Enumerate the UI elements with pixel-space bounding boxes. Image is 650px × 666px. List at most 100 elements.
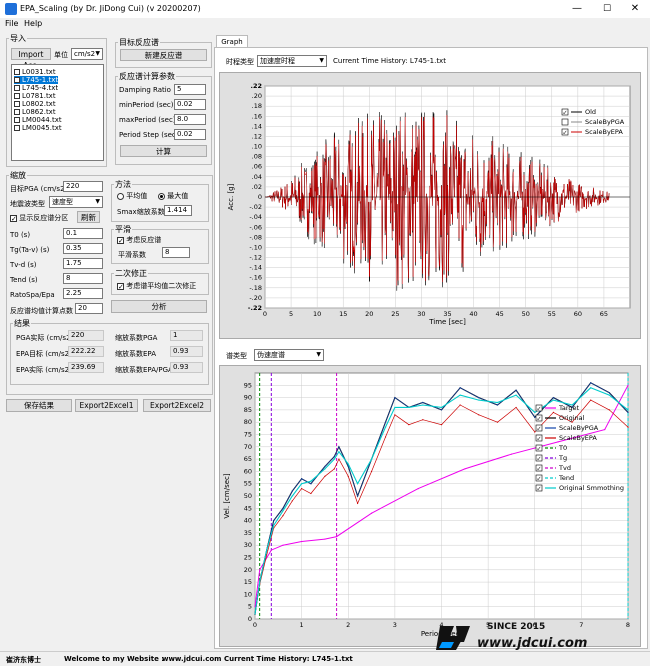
spectrum-type-select[interactable]: 伪速度谱 ▼	[254, 349, 324, 361]
spectrum-data-point	[301, 540, 303, 543]
spectrum-data-point	[459, 387, 461, 389]
show-spectrum-option[interactable]: ✓ 显示反应谱分区	[10, 213, 68, 223]
points-input[interactable]: 20	[75, 303, 103, 314]
period-step-input[interactable]: 0.02	[174, 129, 206, 140]
max-option[interactable]: 最大值	[158, 191, 188, 201]
spectrum-data-point	[459, 394, 461, 396]
spectrum-data-point	[259, 581, 261, 583]
period-step-label: Period Step (sec)	[119, 131, 179, 139]
acc-y-tick-label: -.04	[249, 213, 262, 221]
spectrum-y-tick-label: 75	[244, 431, 252, 439]
acc-y-tick-label: -.12	[249, 254, 262, 262]
maximize-button[interactable]: ☐	[598, 2, 616, 16]
acc-y-tick-label: .16	[252, 112, 262, 120]
damping-label: Damping Ratio	[119, 86, 171, 94]
file-list-item[interactable]: L0781.txt	[14, 92, 56, 100]
ratio-input[interactable]: 2.25	[63, 288, 103, 299]
consider-spectrum-checkbox[interactable]: ✓	[117, 236, 124, 244]
smooth-coef-label: 平滑系数	[118, 251, 146, 259]
menu-help[interactable]: Help	[24, 19, 42, 28]
file-checkbox[interactable]	[14, 77, 20, 83]
spectrum-data-point	[282, 544, 284, 546]
spectrum-legend-label: T0	[558, 444, 567, 452]
second-fix-option-label: 考虑谱平均值二次修正	[126, 282, 197, 290]
max-radio[interactable]	[158, 192, 165, 200]
file-checkbox[interactable]	[14, 69, 20, 75]
save-results-button[interactable]: 保存结果	[6, 399, 72, 412]
minperiod-input[interactable]: 0.02	[174, 99, 206, 110]
site-type-value: 速度型	[52, 198, 73, 206]
damping-input[interactable]: 5	[174, 84, 206, 95]
file-checkbox[interactable]	[14, 109, 20, 115]
maxperiod-input[interactable]: 8.0	[174, 114, 206, 125]
spectrum-data-point	[273, 520, 275, 522]
tend-input[interactable]: 8	[63, 273, 103, 284]
file-list-item[interactable]: L745-4.txt	[14, 84, 58, 92]
second-fix-option[interactable]: ✓ 考虑谱平均值二次修正	[117, 281, 196, 291]
acc-y-tick-label: -.20	[249, 294, 262, 302]
second-fix-checkbox[interactable]: ✓	[117, 282, 124, 290]
file-list-item[interactable]: LM0044.txt	[14, 116, 62, 124]
spectrum-data-point	[301, 483, 303, 485]
spectrum-data-point	[590, 399, 592, 401]
close-button[interactable]: ✕	[626, 2, 644, 16]
acc-legend-label: Old	[585, 108, 596, 116]
spectrum-y-axis-label: Vel. [cm/sec]	[223, 473, 231, 519]
file-list-item[interactable]: L0802.txt	[14, 100, 56, 108]
menu-file[interactable]: File	[5, 19, 18, 28]
analyze-button[interactable]: 分析	[111, 300, 207, 313]
smooth-coef-input[interactable]: 8	[162, 247, 190, 258]
check-icon: ✓	[537, 466, 542, 473]
spectrum-data-point	[422, 401, 424, 404]
spectrum-data-point	[259, 569, 261, 571]
acc-y-tick-label: .08	[252, 153, 262, 161]
file-name: L745-1.txt	[22, 76, 59, 84]
spectrum-data-point	[534, 431, 536, 433]
file-checkbox[interactable]	[14, 117, 20, 123]
unit-select[interactable]: cm/s2 ▼	[71, 48, 103, 60]
spectrum-data-point	[338, 458, 340, 460]
epa-target-label: EPA目标 (cm/s2)	[16, 350, 72, 358]
show-spectrum-checkbox[interactable]: ✓	[10, 214, 17, 222]
calculate-button[interactable]: 计算	[120, 145, 207, 157]
file-list-item[interactable]: LM0045.txt	[14, 124, 62, 132]
file-list-item[interactable]: L0862.txt	[14, 108, 56, 116]
spectrum-data-point	[604, 428, 606, 431]
refresh-button[interactable]: 刷新	[77, 211, 100, 223]
smax-input[interactable]: 1.414	[164, 205, 192, 216]
tg-label: Tg(Ta-v) (s)	[10, 246, 50, 254]
history-type-select[interactable]: 加速度时程 ▼	[257, 55, 327, 67]
scaling-group-label: 缩放	[9, 170, 27, 181]
minimize-button[interactable]: —	[568, 2, 586, 16]
file-list[interactable]: L0031.txt L745-1.txt L745-4.txt L0781.txt L0…	[11, 64, 104, 161]
tvd-input[interactable]: 1.75	[63, 258, 103, 269]
export-excel2-button[interactable]: Export2Excel2	[143, 399, 211, 412]
scale-pga-label: 缩放系数PGA	[115, 334, 158, 342]
new-spectrum-button[interactable]: 新建反应谱	[120, 49, 207, 61]
epa-actual-label: EPA实际 (cm/s2)	[16, 366, 72, 374]
results-group-label: 结果	[13, 318, 31, 329]
import-acc-button[interactable]: Import Acc.	[11, 48, 51, 70]
epa-target-value: 222.22	[68, 346, 104, 357]
acc-y-tick-label: -.08	[249, 233, 262, 241]
file-checkbox[interactable]	[14, 85, 20, 91]
target-pga-input[interactable]: 220	[63, 181, 103, 192]
file-checkbox[interactable]	[14, 93, 20, 99]
spectrum-legend-label: Tg	[558, 454, 567, 462]
consider-spectrum-option[interactable]: ✓ 考虑反应谱	[117, 235, 161, 245]
file-checkbox[interactable]	[14, 101, 20, 107]
t0-input[interactable]: 0.1	[63, 228, 103, 239]
file-list-item[interactable]: L0031.txt	[14, 68, 56, 76]
status-site[interactable]: www.jdcui.com	[162, 655, 221, 663]
site-type-select[interactable]: 速度型 ▼	[49, 196, 103, 208]
avg-option[interactable]: 平均值	[117, 191, 147, 201]
spectrum-data-point	[627, 384, 629, 386]
check-icon: ✓	[537, 486, 542, 493]
tg-input[interactable]: 0.35	[63, 243, 103, 254]
file-list-item[interactable]: L745-1.txt	[14, 76, 59, 84]
avg-radio[interactable]	[117, 192, 124, 200]
export-excel1-button[interactable]: Export2Excel1	[75, 399, 138, 412]
minperiod-label: minPeriod (sec)	[119, 101, 174, 109]
file-checkbox[interactable]	[14, 125, 20, 131]
consider-spectrum-label: 考虑反应谱	[126, 236, 162, 244]
